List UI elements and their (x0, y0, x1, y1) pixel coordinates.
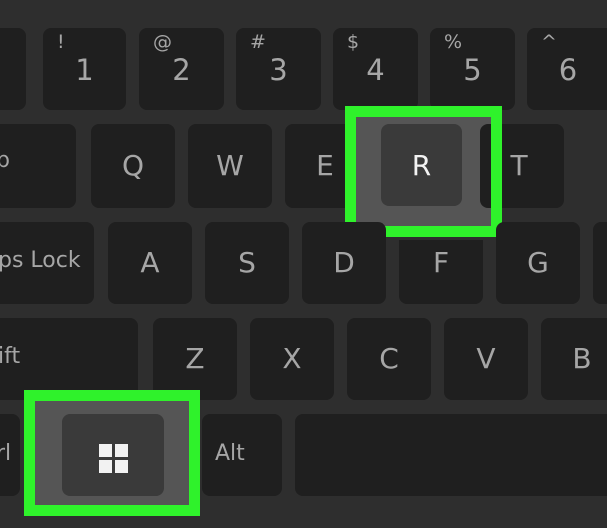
key-q-label: Q (121, 149, 145, 182)
key-b[interactable]: B (541, 318, 607, 400)
key-1-shift: ! (57, 31, 65, 53)
key-shift-label: ift (0, 344, 21, 369)
key-a-label: A (140, 246, 160, 279)
key-z[interactable]: Z (153, 318, 237, 400)
key-alt[interactable]: Alt (202, 414, 282, 496)
key-3-shift: # (250, 31, 266, 53)
key-d-label: D (333, 246, 355, 279)
key-t-label: T (510, 149, 528, 182)
key-s-label: S (238, 246, 256, 279)
keyboard: ! 1 @ 2 # 3 $ 4 % 5 ^ 6 b Q W E R T ps L… (0, 0, 607, 528)
key-2[interactable]: @ 2 (139, 28, 224, 110)
key-tab-label: b (0, 148, 10, 173)
key-3-main: 3 (269, 53, 288, 87)
key-3[interactable]: # 3 (236, 28, 321, 110)
key-2-shift: @ (153, 31, 172, 53)
key-s[interactable]: S (205, 222, 289, 304)
key-ctrl[interactable]: rl (0, 414, 20, 496)
key-g[interactable]: G (496, 222, 580, 304)
windows-logo-icon (99, 444, 129, 473)
key-4-main: 4 (366, 53, 385, 87)
key-5[interactable]: % 5 (430, 28, 515, 110)
key-v-label: V (476, 342, 496, 375)
key-f[interactable]: F (399, 240, 483, 304)
key-fragment-right[interactable] (593, 222, 607, 304)
key-z-label: Z (185, 342, 205, 375)
key-5-shift: % (444, 31, 463, 53)
key-6[interactable]: ^ 6 (527, 28, 607, 110)
key-c[interactable]: C (347, 318, 431, 400)
key-r-label: R (411, 149, 432, 182)
key-c-label: C (379, 342, 399, 375)
key-ctrl-label: rl (0, 441, 12, 466)
key-caps-lock-label: ps Lock (0, 248, 81, 273)
key-alt-label: Alt (215, 441, 245, 466)
key-1-main: 1 (75, 53, 94, 87)
key-fragment-left[interactable] (0, 28, 26, 110)
key-4[interactable]: $ 4 (333, 28, 418, 110)
key-6-shift: ^ (541, 31, 557, 53)
key-f-label: F (432, 246, 450, 279)
key-w-label: W (216, 149, 244, 182)
key-caps-lock[interactable]: ps Lock (0, 222, 94, 304)
key-4-shift: $ (347, 31, 360, 53)
key-spacebar[interactable] (295, 414, 607, 496)
key-d[interactable]: D (302, 222, 386, 304)
key-r[interactable]: R (381, 124, 462, 206)
key-a[interactable]: A (108, 222, 192, 304)
key-1[interactable]: ! 1 (43, 28, 126, 110)
key-shift[interactable]: ift (0, 318, 138, 400)
highlight-r-right-edge (491, 106, 502, 237)
key-5-main: 5 (463, 53, 482, 87)
key-2-main: 2 (172, 53, 191, 87)
key-windows[interactable] (62, 414, 164, 496)
key-tab[interactable]: b (0, 124, 76, 208)
key-b-label: B (572, 342, 592, 375)
key-g-label: G (527, 246, 549, 279)
key-x-label: X (282, 342, 302, 375)
key-v[interactable]: V (444, 318, 528, 400)
key-6-main: 6 (558, 53, 578, 87)
key-q[interactable]: Q (91, 124, 175, 208)
key-x[interactable]: X (250, 318, 334, 400)
key-w[interactable]: W (188, 124, 272, 208)
